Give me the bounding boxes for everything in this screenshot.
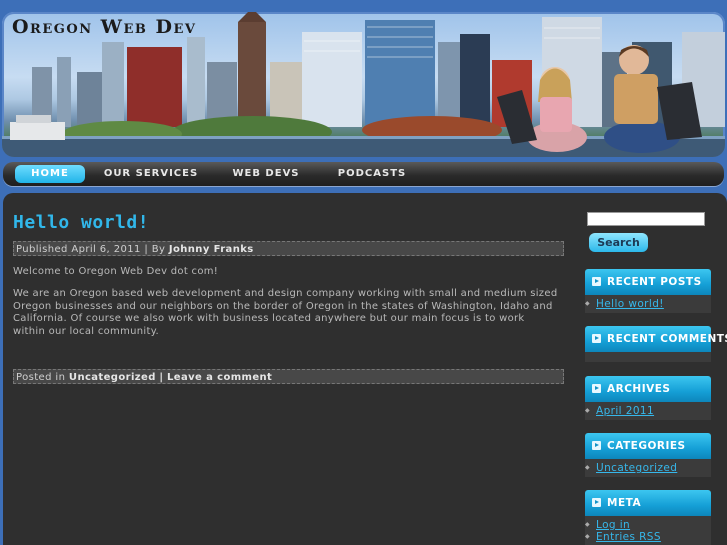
widget-title-categories: CATEGORIES [607, 440, 686, 452]
widget-title-recent-posts: RECENT POSTS [607, 276, 702, 288]
widget-title-recent-comments: RECENT COMMENTS [607, 333, 727, 345]
post-author: Johnny Franks [168, 244, 254, 255]
widget-body-recent-comments [585, 352, 711, 362]
post-meta-by: | By [144, 244, 166, 255]
arrow-right-icon [592, 498, 601, 507]
post-meta-published: Published [16, 244, 68, 255]
leave-comment-link[interactable]: Leave a comment [167, 372, 272, 383]
widget-title-meta: META [607, 497, 642, 509]
arrow-right-icon [592, 384, 601, 393]
post-category-link[interactable]: Uncategorized [69, 372, 156, 383]
search-input[interactable] [587, 212, 705, 226]
recent-post-link-hello-world[interactable]: Hello world! [585, 298, 664, 310]
category-link-uncategorized[interactable]: Uncategorized [585, 462, 677, 474]
widget-archives: ARCHIVES [585, 376, 711, 402]
widget-categories: CATEGORIES [585, 433, 711, 459]
arrow-right-icon [592, 334, 601, 343]
nav-item-podcasts[interactable]: PODCASTS [332, 165, 412, 183]
widget-title-archives: ARCHIVES [607, 383, 671, 395]
main-navigation: HOME OUR SERVICES WEB DEVS PODCASTS [3, 162, 724, 186]
site-header: Oregon Web Dev [2, 12, 725, 157]
search-button[interactable]: Search [589, 233, 648, 252]
post-paragraph-1: Welcome to Oregon Web Dev dot com! [13, 266, 219, 277]
nav-item-home[interactable]: HOME [15, 165, 85, 183]
post-meta-date: April 6, 2011 [71, 244, 141, 255]
post-paragraph-2: We are an Oregon based web development a… [13, 288, 558, 337]
nav-item-our-services[interactable]: OUR SERVICES [99, 165, 203, 183]
meta-link-entries-rss[interactable]: Entries RSS [585, 531, 661, 543]
widget-meta: META [585, 490, 711, 516]
post-footer-separator: | [159, 372, 164, 383]
arrow-right-icon [592, 441, 601, 450]
post-title[interactable]: Hello world! [13, 212, 149, 233]
nav-item-web-devs[interactable]: WEB DEVS [228, 165, 304, 183]
widget-recent-posts: RECENT POSTS [585, 269, 711, 295]
archive-link-april-2011[interactable]: April 2011 [585, 405, 654, 417]
post-meta: Published April 6, 2011 | By Johnny Fran… [13, 241, 564, 256]
post-footer-posted-in: Posted in [16, 372, 66, 383]
site-title[interactable]: Oregon Web Dev [12, 16, 197, 38]
widget-recent-comments: RECENT COMMENTS [585, 326, 727, 352]
arrow-right-icon [592, 277, 601, 286]
post-footer: Posted in Uncategorized | Leave a commen… [13, 369, 564, 384]
meta-link-log-in[interactable]: Log in [585, 519, 630, 531]
